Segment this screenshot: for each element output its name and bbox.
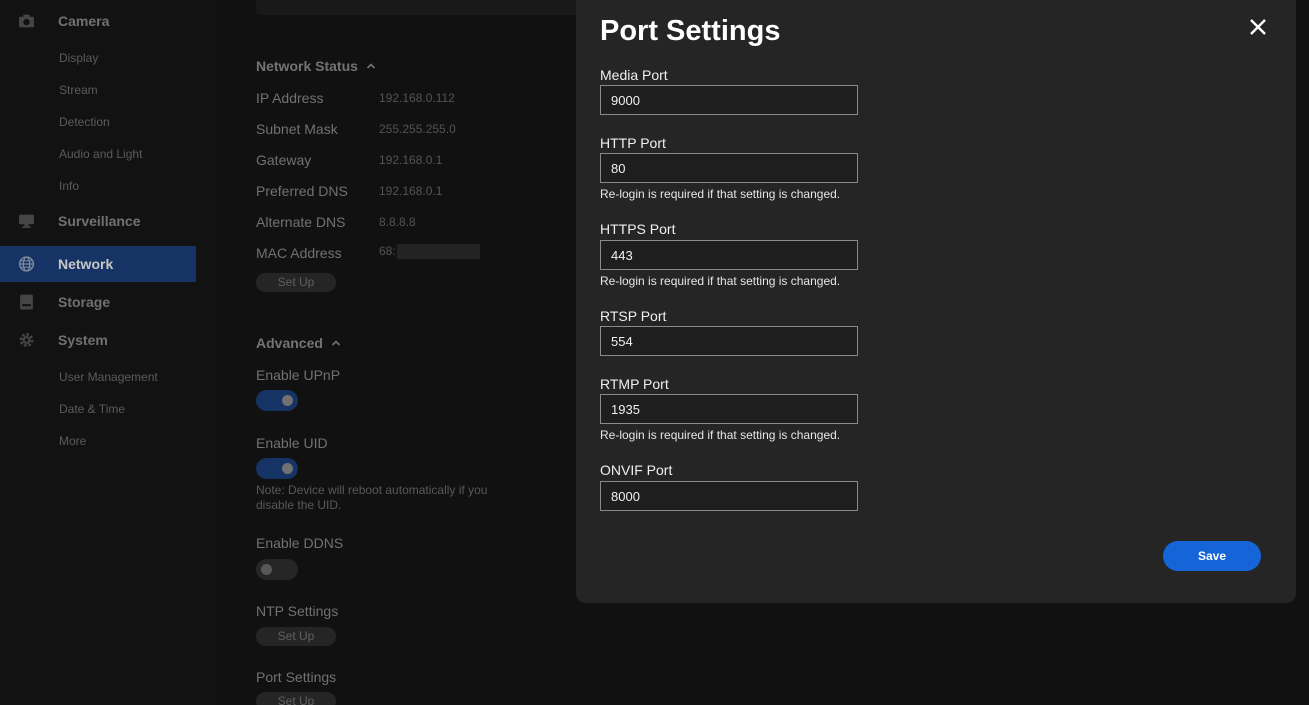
save-button[interactable]: Save [1163, 541, 1261, 571]
section-title: Network Status [256, 58, 358, 74]
rtmp-port-hint: Re-login is required if that setting is … [600, 428, 841, 442]
dialog-title: Port Settings [600, 15, 781, 47]
ntp-label: NTP Settings [256, 603, 339, 619]
ddns-label: Enable DDNS [256, 535, 344, 551]
upnp-label: Enable UPnP [256, 367, 341, 383]
row-label: Alternate DNS [256, 214, 346, 230]
mac-value: 68: [379, 244, 480, 260]
top-panel [256, 0, 586, 15]
camera-icon [19, 14, 34, 28]
rtmp-port-label: RTMP Port [600, 376, 669, 392]
sidebar-group-label: System [58, 332, 108, 348]
chevron-up-icon [331, 340, 340, 346]
sidebar-item-display[interactable]: Display [59, 51, 98, 65]
network-status-header[interactable]: Network Status [256, 58, 376, 74]
upnp-toggle[interactable] [256, 390, 298, 411]
gear-icon [19, 333, 34, 347]
https-port-input[interactable] [600, 240, 858, 270]
sidebar-group-label: Storage [58, 294, 111, 310]
sidebar: Camera Display Stream Detection Audio an… [0, 0, 216, 705]
row-value: 255.255.255.0 [379, 122, 456, 136]
sidebar-group-system[interactable]: System [0, 322, 196, 358]
ntp-setup-button[interactable]: Set Up [256, 627, 336, 646]
sidebar-item-audio-light[interactable]: Audio and Light [59, 147, 142, 161]
port-settings-dialog: Port Settings Media Port HTTP Port Re-lo… [576, 0, 1296, 603]
https-port-label: HTTPS Port [600, 221, 676, 237]
onvif-port-label: ONVIF Port [600, 462, 673, 478]
redacted-block [396, 244, 480, 260]
row-label: Gateway [256, 152, 312, 168]
media-port-input[interactable] [600, 85, 858, 115]
sidebar-group-label: Surveillance [58, 213, 141, 229]
sidebar-group-surveillance[interactable]: Surveillance [0, 203, 196, 239]
row-value: 8.8.8.8 [379, 215, 416, 229]
rtsp-port-input[interactable] [600, 326, 858, 356]
onvif-port-input[interactable] [600, 481, 858, 511]
network-setup-button[interactable]: Set Up [256, 273, 336, 292]
storage-icon [20, 294, 33, 310]
sidebar-item-info[interactable]: Info [59, 179, 79, 193]
sidebar-item-user-management[interactable]: User Management [59, 370, 158, 384]
sidebar-group-network[interactable]: Network [0, 246, 196, 282]
uid-note: Note: Device will reboot automatically i… [256, 483, 488, 512]
https-port-hint: Re-login is required if that setting is … [600, 274, 841, 288]
rtmp-port-input[interactable] [600, 394, 858, 424]
toggle-knob [282, 463, 293, 474]
sidebar-group-label: Network [58, 256, 114, 272]
sidebar-group-label: Camera [58, 13, 110, 29]
toggle-knob [282, 395, 293, 406]
row-label: MAC Address [256, 245, 342, 261]
chevron-up-icon [366, 63, 375, 69]
sidebar-item-detection[interactable]: Detection [59, 115, 110, 129]
media-port-label: Media Port [600, 67, 668, 83]
globe-icon [18, 256, 35, 272]
row-label: Preferred DNS [256, 183, 348, 199]
rtsp-port-label: RTSP Port [600, 308, 667, 324]
toggle-knob [261, 564, 272, 575]
sidebar-item-date-time[interactable]: Date & Time [59, 402, 125, 416]
sidebar-group-camera[interactable]: Camera [0, 3, 196, 39]
advanced-header[interactable]: Advanced [256, 335, 341, 351]
row-value: 68: [379, 244, 396, 258]
sidebar-item-more[interactable]: More [59, 434, 86, 448]
monitor-icon [19, 214, 34, 228]
uid-toggle[interactable] [256, 458, 298, 479]
port-settings-label: Port Settings [256, 669, 337, 685]
row-value: 192.168.0.1 [379, 153, 443, 167]
uid-label: Enable UID [256, 435, 328, 451]
close-icon[interactable] [1247, 16, 1269, 38]
section-title: Advanced [256, 335, 323, 351]
row-value: 192.168.0.1 [379, 184, 443, 198]
port-setup-button[interactable]: Set Up [256, 692, 336, 705]
http-port-label: HTTP Port [600, 135, 666, 151]
http-port-hint: Re-login is required if that setting is … [600, 187, 841, 201]
sidebar-item-stream[interactable]: Stream [59, 83, 98, 97]
http-port-input[interactable] [600, 153, 858, 183]
ddns-toggle[interactable] [256, 559, 298, 580]
sidebar-group-storage[interactable]: Storage [0, 284, 196, 320]
row-label: IP Address [256, 90, 324, 106]
row-label: Subnet Mask [256, 121, 338, 137]
row-value: 192.168.0.112 [379, 91, 455, 105]
